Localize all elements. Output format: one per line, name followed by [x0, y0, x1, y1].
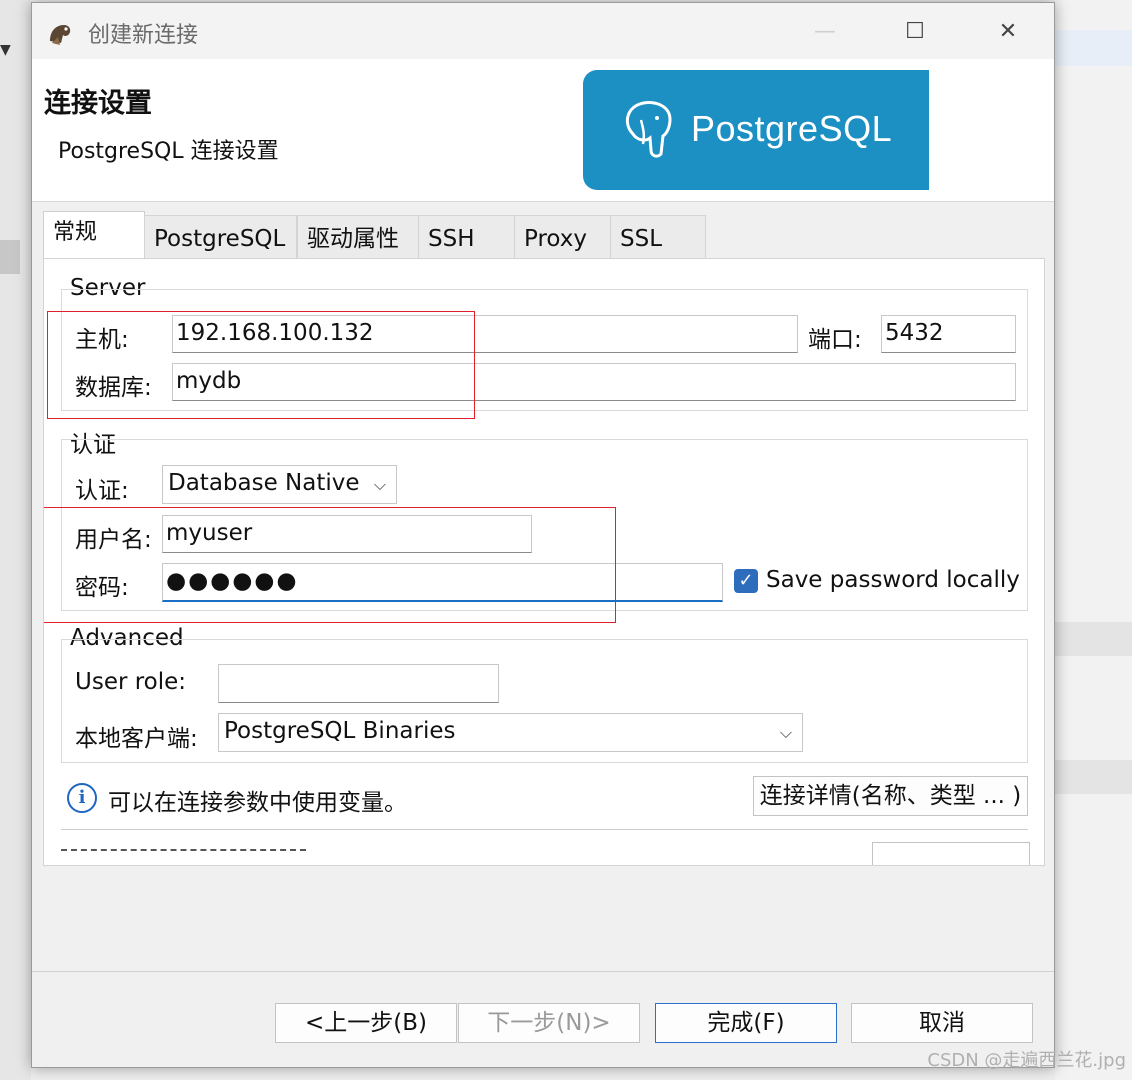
- maximize-button[interactable]: ☐: [892, 13, 938, 51]
- background-row: [1055, 622, 1132, 656]
- postgresql-logo: PostgreSQL: [583, 70, 929, 190]
- save-password-label[interactable]: Save password locally: [766, 567, 1020, 593]
- user-role-label: User role:: [75, 669, 187, 695]
- tab-general[interactable]: 常规: [43, 211, 145, 260]
- background-row: [1055, 760, 1132, 794]
- auth-method-select[interactable]: Database Native ⌵: [162, 465, 397, 504]
- port-input[interactable]: 5432: [881, 315, 1016, 353]
- close-button[interactable]: ✕: [985, 13, 1031, 51]
- chevron-down-icon: ⌵: [779, 723, 792, 742]
- minimize-button[interactable]: —: [802, 13, 848, 51]
- highlight-server-box: [47, 311, 475, 419]
- general-tab-content: Server 主机: 192.168.100.132 端口: 5432 数据库:…: [43, 258, 1045, 866]
- local-client-label: 本地客户端:: [75, 726, 198, 752]
- tab-postgresql[interactable]: PostgreSQL: [144, 215, 297, 259]
- watermark: CSDN @走遍西兰花.jpg: [927, 1050, 1126, 1071]
- title-bar: 创建新连接 — ☐ ✕: [32, 3, 1054, 59]
- dbeaver-beaver-icon: [50, 25, 71, 45]
- cancel-button[interactable]: 取消: [851, 1003, 1033, 1043]
- background-scroll-arrow: ▼: [0, 42, 11, 58]
- highlight-credentials-box: [44, 507, 616, 623]
- auth-method-label: 认证:: [75, 478, 129, 504]
- logo-text: PostgreSQL: [691, 108, 893, 149]
- chevron-down-icon: ⌵: [373, 475, 386, 494]
- elephant-icon: [625, 101, 672, 158]
- clipped-next-row: [61, 849, 306, 857]
- new-connection-dialog: 创建新连接 — ☐ ✕ 连接设置 PostgreSQL 连接设置 Postgre…: [31, 2, 1055, 1068]
- auth-method-value: Database Native: [168, 470, 360, 496]
- user-role-input[interactable]: [218, 664, 499, 703]
- page-subtitle: PostgreSQL 连接设置: [58, 139, 279, 164]
- local-client-value: PostgreSQL Binaries: [224, 718, 456, 744]
- connection-details-button[interactable]: 连接详情(名称、类型 ... ): [753, 776, 1028, 816]
- header-panel: 连接设置 PostgreSQL 连接设置 PostgreSQL: [32, 59, 1054, 202]
- tab-ssh[interactable]: SSH: [418, 215, 515, 259]
- clipped-next-button: [872, 842, 1030, 865]
- background-scrollbar: [0, 240, 20, 274]
- footer-divider: [32, 971, 1054, 972]
- variables-info-text: 可以在连接参数中使用变量。: [108, 790, 407, 816]
- tab-proxy[interactable]: Proxy: [514, 215, 611, 259]
- finish-button[interactable]: 完成(F): [655, 1003, 837, 1043]
- divider: [61, 829, 1028, 830]
- page-title: 连接设置: [44, 88, 152, 119]
- next-button[interactable]: 下一步(N)>: [458, 1003, 640, 1043]
- local-client-select[interactable]: PostgreSQL Binaries ⌵: [218, 713, 803, 752]
- background-row: [1055, 30, 1132, 66]
- tab-ssl[interactable]: SSL: [610, 215, 706, 259]
- background-app-right: [1055, 0, 1132, 1080]
- window-title: 创建新连接: [88, 23, 199, 48]
- info-icon: i: [67, 783, 97, 813]
- background-app-left: [0, 0, 31, 1080]
- tab-driver-properties[interactable]: 驱动属性: [297, 215, 419, 259]
- back-button[interactable]: <上一步(B): [275, 1003, 457, 1043]
- save-password-checkbox[interactable]: ✓: [734, 569, 758, 593]
- port-label: 端口:: [808, 327, 862, 353]
